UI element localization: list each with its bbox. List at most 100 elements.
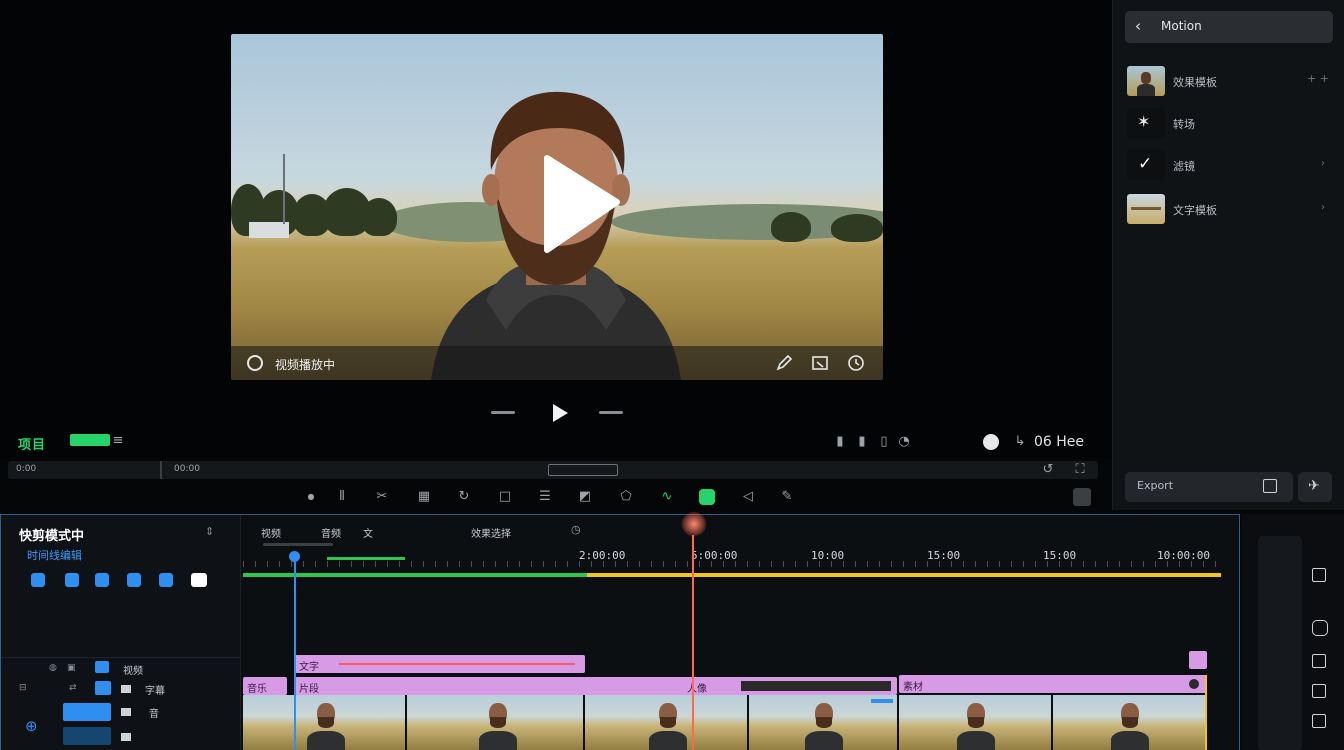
frame-icon[interactable]	[1312, 654, 1326, 668]
tab-audio[interactable]: 音频	[321, 525, 341, 540]
playhead-handle[interactable]	[681, 511, 707, 537]
scrub-time-a: 0:00	[16, 464, 37, 474]
align-icon[interactable]: ☰	[537, 489, 553, 505]
side-item-template[interactable]: 效果模板 + +	[1127, 66, 1333, 102]
forward-button[interactable]	[599, 411, 623, 414]
tab-effects[interactable]: 效果选择	[471, 525, 511, 540]
side-panel-title: Motion	[1161, 19, 1202, 33]
snapshot-icon[interactable]	[1312, 568, 1326, 582]
track-tool-icon[interactable]	[31, 573, 45, 587]
frame-icon[interactable]	[1312, 714, 1326, 728]
rotate-icon[interactable]: ↻	[456, 489, 472, 505]
dot-icon[interactable]: ●	[303, 489, 319, 505]
video-caption: 视频播放中	[275, 358, 336, 372]
video-clip-thumbnail[interactable]	[1053, 695, 1207, 750]
frame-icon[interactable]	[1312, 684, 1326, 698]
back-chevron-icon[interactable]: ‹	[1135, 17, 1141, 35]
video-preview[interactable]: 视频播放中	[231, 34, 883, 380]
video-clip-thumbnail[interactable]	[407, 695, 585, 750]
export-button[interactable]: Export	[1125, 472, 1293, 502]
settings-icon[interactable]: ◔	[896, 434, 912, 450]
track-selected-indicator[interactable]	[63, 703, 111, 721]
square-icon[interactable]: □	[497, 489, 513, 505]
tag-icon[interactable]: ◁	[740, 489, 756, 505]
add-icon[interactable]: + +	[1307, 72, 1329, 85]
tab-video[interactable]: 视频	[261, 525, 281, 540]
scrub-bar[interactable]: 0:00 00:00 ↺ ⛶	[8, 461, 1098, 479]
video-track[interactable]	[243, 695, 1207, 750]
pen-icon[interactable]	[775, 354, 793, 372]
export-frame-icon[interactable]	[1073, 488, 1091, 506]
track-box-icon[interactable]	[121, 685, 131, 693]
side-item-label: 转场	[1173, 118, 1195, 131]
pin-button[interactable]: ✈	[1298, 472, 1332, 502]
in-point-line[interactable]	[294, 553, 296, 750]
side-item-transition[interactable]: ✶ 转场	[1127, 108, 1333, 144]
track-menu-icon[interactable]: ⊟	[19, 683, 27, 693]
grid-icon[interactable]: ▦	[416, 489, 432, 505]
collapse-icon[interactable]: ⇕	[205, 525, 214, 538]
active-tool-icon[interactable]	[699, 489, 715, 505]
barn-shape	[249, 222, 289, 238]
visibility-icon[interactable]: ▣	[67, 663, 76, 673]
cut-icon[interactable]: ✂	[374, 489, 390, 505]
clock-icon[interactable]	[847, 354, 865, 372]
marker-clip[interactable]	[1189, 651, 1207, 669]
audio-clip[interactable]: 片段 人像	[295, 677, 897, 695]
chevron-right-icon[interactable]: ›	[1321, 202, 1325, 213]
timeline-side-tools	[1242, 514, 1344, 750]
tab-text[interactable]: 文	[363, 525, 373, 540]
side-item-filter[interactable]: ✓ 滤镜 ›	[1127, 150, 1333, 186]
play-button[interactable]	[550, 402, 570, 424]
layers-icon[interactable]: ◩	[577, 489, 593, 505]
text-clip[interactable]: 文字	[295, 655, 585, 673]
square-rounded-icon[interactable]	[1312, 620, 1328, 636]
track-link-icon[interactable]: ⇄	[69, 683, 77, 693]
bars-icon[interactable]: ▮	[832, 434, 848, 450]
curve-icon[interactable]: ∿	[659, 489, 675, 505]
track-target-icon[interactable]	[95, 661, 109, 673]
arrow-icon[interactable]: ↳	[1012, 434, 1028, 450]
small-clip[interactable]: 音乐	[243, 677, 287, 695]
side-item-thumbnail	[1127, 194, 1165, 224]
bars-icon[interactable]: ▮	[854, 434, 870, 450]
record-circle-icon[interactable]	[247, 355, 263, 371]
split-icon[interactable]: ⫴	[334, 489, 350, 505]
zoom-field[interactable]	[548, 464, 618, 476]
track-tool-icon[interactable]	[159, 573, 173, 587]
video-overlay-bar: 视频播放中	[231, 346, 883, 380]
loop-icon[interactable]: ↺	[1040, 462, 1056, 478]
track-box-icon[interactable]	[121, 708, 131, 716]
audio-clip-2[interactable]: 素材	[899, 675, 1207, 693]
side-panel-header[interactable]: ‹ Motion	[1125, 11, 1333, 43]
panel-icon[interactable]	[1263, 479, 1277, 493]
menu-icon[interactable]: ≡	[110, 433, 126, 449]
track-tool-active-icon[interactable]	[191, 573, 207, 587]
video-clip-thumbnail[interactable]	[749, 695, 899, 750]
bars-icon[interactable]: ▯	[876, 434, 892, 450]
playhead-line[interactable]	[692, 535, 694, 750]
video-clip-thumbnail[interactable]	[899, 695, 1053, 750]
chevron-right-icon[interactable]: ›	[1321, 158, 1325, 169]
shape-icon[interactable]: ⬠	[618, 489, 634, 505]
clock-icon[interactable]: ◷	[571, 523, 581, 536]
fullscreen-icon[interactable]: ⛶	[1072, 462, 1088, 478]
crop-icon[interactable]	[811, 354, 829, 372]
side-item-text-template[interactable]: 文字模板 ›	[1127, 194, 1333, 230]
lock-icon[interactable]: ◍	[49, 663, 57, 673]
track-target-icon[interactable]	[95, 681, 111, 695]
track-tool-icon[interactable]	[95, 573, 109, 587]
rewind-button[interactable]	[491, 411, 515, 414]
video-clip-thumbnail[interactable]	[585, 695, 749, 750]
scrub-divider	[160, 461, 162, 479]
track-tool-icon[interactable]	[127, 573, 141, 587]
globe-icon[interactable]	[983, 434, 999, 450]
track-box-icon[interactable]	[121, 733, 131, 741]
play-overlay-icon[interactable]	[541, 154, 621, 254]
track-tool-icon[interactable]	[65, 573, 79, 587]
video-clip-thumbnail[interactable]	[243, 695, 407, 750]
track-secondary-indicator[interactable]	[63, 727, 111, 745]
in-point-handle[interactable]	[289, 551, 300, 562]
add-track-icon[interactable]: ⊕	[25, 717, 38, 735]
magic-icon[interactable]: ✎	[779, 489, 795, 505]
